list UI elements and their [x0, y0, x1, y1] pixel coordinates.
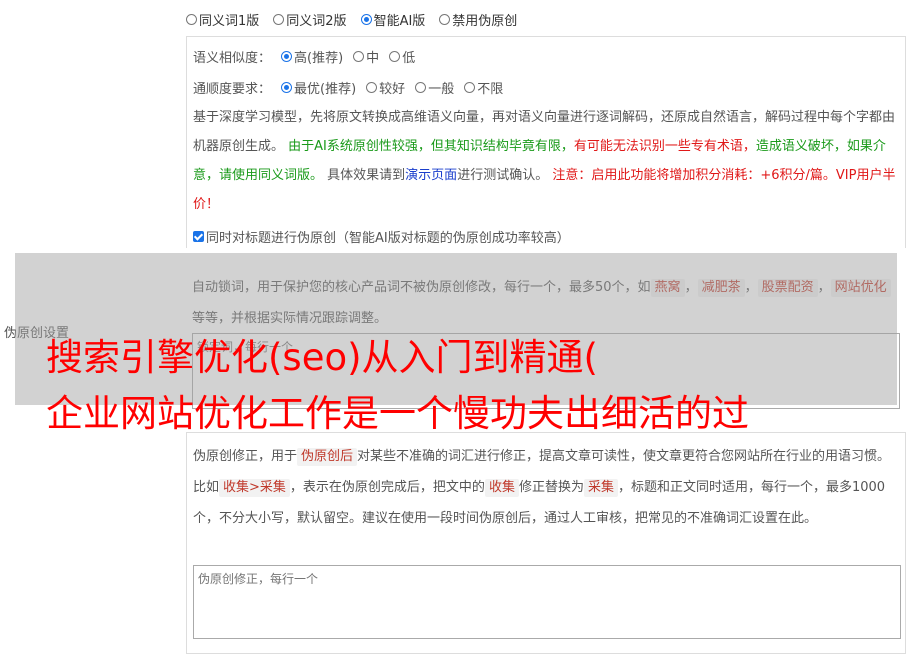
correction-description: 伪原创修正，用于 伪原创后 对某些不准确的词汇进行修正，提高文章可读性，使文章更符合…: [193, 448, 891, 526]
checkbox-checked-icon: [193, 231, 204, 242]
similarity-label: 语义相似度：: [193, 51, 272, 66]
correction-input[interactable]: [193, 565, 901, 639]
correction-section: 伪原创修正，用于 伪原创后 对某些不准确的词汇进行修正，提高文章可读性，使文章更符合…: [186, 432, 906, 654]
headline-line-2: 企业网站优化工作是一个慢功夫出细活的过: [46, 392, 749, 435]
radio-dot-icon: [360, 14, 372, 25]
fluency-best-radio[interactable]: 最优(推荐): [281, 78, 356, 97]
mode-radio-synonym2[interactable]: 同义词2版: [273, 10, 347, 29]
fluency-label: 通顺度要求：: [193, 82, 272, 97]
fluency-good-radio[interactable]: 较好: [366, 78, 405, 97]
radio-dot-icon: [389, 51, 401, 62]
radio-dot-icon: [273, 14, 285, 25]
radio-dot-icon: [464, 82, 476, 93]
radio-dot-icon: [366, 82, 378, 93]
headline-overlay: [15, 253, 897, 405]
radio-dot-icon: [281, 51, 293, 62]
ai-description: 基于深度学习模型，先将原文转换成高维语义向量，再对语义向量进行逐词解码，还原成自…: [193, 110, 896, 212]
ai-settings-panel: 语义相似度： 高(推荐) 中 低 通顺度要求： 最优(推荐) 较好 一般 不限 …: [186, 36, 906, 248]
similarity-high-radio[interactable]: 高(推荐): [281, 47, 343, 66]
radio-dot-icon: [439, 14, 451, 25]
radio-dot-icon: [186, 14, 197, 25]
headline-line-1: 搜索引擎优化(seo)从入门到精通(: [46, 336, 598, 379]
similarity-medium-radio[interactable]: 中: [353, 47, 379, 66]
mode-radio-ai[interactable]: 智能AI版: [360, 10, 425, 29]
example-tag: 收集: [484, 479, 519, 497]
radio-dot-icon: [281, 82, 293, 93]
radio-dot-icon: [353, 51, 365, 62]
example-tag: 采集: [583, 479, 618, 497]
similarity-low-radio[interactable]: 低: [389, 47, 415, 66]
fluency-unlimited-radio[interactable]: 不限: [464, 78, 503, 97]
title-rewrite-checkbox[interactable]: 同时对标题进行伪原创（智能AI版对标题的伪原创成功率较高）: [193, 227, 570, 246]
example-tag: 收集>采集: [219, 479, 290, 497]
fluency-row: 通顺度要求： 最优(推荐) 较好 一般 不限: [193, 78, 503, 97]
mode-radio-group: 同义词1版 同义词2版 智能AI版 禁用伪原创: [186, 10, 517, 29]
mode-radio-disable[interactable]: 禁用伪原创: [439, 10, 517, 29]
example-tag: 伪原创后: [297, 448, 358, 466]
fluency-normal-radio[interactable]: 一般: [415, 78, 454, 97]
demo-page-link[interactable]: 演示页面: [405, 168, 457, 183]
mode-radio-synonym1[interactable]: 同义词1版: [186, 10, 259, 29]
similarity-row: 语义相似度： 高(推荐) 中 低: [193, 47, 415, 66]
radio-dot-icon: [415, 82, 427, 93]
